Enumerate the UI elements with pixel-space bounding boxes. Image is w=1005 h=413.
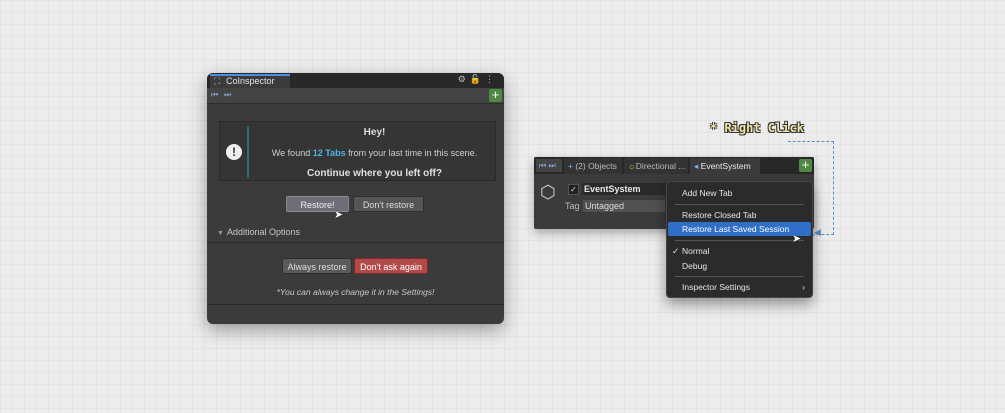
- mouse-cursor-icon: ➤: [792, 233, 802, 245]
- tab-label: CoInspector: [226, 76, 275, 86]
- exclamation-icon: !: [226, 144, 242, 160]
- nav-back-icon[interactable]: ⏮: [211, 90, 218, 100]
- arrow-left-icon: ◀: [814, 227, 821, 237]
- window-controls: ⚙🔓⋮: [458, 74, 498, 85]
- notice-message: We found 12 Tabs from your last time in …: [271, 148, 478, 158]
- always-restore-button[interactable]: Always restore: [282, 258, 352, 274]
- nav-forward-icon[interactable]: ⏭: [548, 161, 555, 170]
- tabs-count: 12 Tabs: [312, 148, 346, 158]
- menu-separator: [675, 204, 804, 205]
- coinspector-panel: ⛶ CoInspector ⚙🔓⋮ ⏮ ⏭ + ! Hey! We found …: [207, 73, 504, 324]
- triangle-down-icon: ▼: [217, 230, 224, 237]
- lock-icon[interactable]: 🔓: [470, 74, 485, 84]
- tab-directional[interactable]: ☼Directional ...: [624, 158, 688, 174]
- tag-label: Tag: [565, 201, 580, 211]
- additional-options-foldout[interactable]: ▼ Additional Options: [217, 227, 300, 237]
- tab-bar: ⏮ ⏭ + (2) Objects ☼Directional ... ◂ Eve…: [534, 157, 814, 174]
- menu-item-normal[interactable]: ✓ Normal: [668, 244, 811, 258]
- notice-divider: [247, 126, 249, 178]
- gameobject-cube-icon[interactable]: ⬡: [540, 182, 556, 203]
- menu-separator: [675, 240, 804, 241]
- restore-notice: ! Hey! We found 12 Tabs from your last t…: [219, 121, 496, 181]
- settings-note: *You can always change it in the Setting…: [276, 287, 435, 297]
- menu-item-add-new-tab[interactable]: Add New Tab: [668, 186, 811, 200]
- nav-buttons: ⏮ ⏭: [536, 159, 562, 172]
- light-icon: ☼: [628, 161, 636, 171]
- tab-bar: ⛶ CoInspector ⚙🔓⋮: [207, 73, 504, 88]
- checkmark-icon: ✓: [672, 246, 680, 256]
- event-icon: ◂: [694, 161, 699, 171]
- menu-item-restore-last-session[interactable]: Restore Last Saved Session: [668, 222, 811, 236]
- nav-back-icon[interactable]: ⏮: [539, 161, 546, 170]
- context-menu: Add New Tab Restore Closed Tab Restore L…: [666, 181, 813, 298]
- active-checkbox[interactable]: ✓: [568, 184, 579, 195]
- notice-heading: Hey!: [363, 127, 386, 138]
- menu-item-debug[interactable]: Debug: [668, 259, 811, 273]
- right-click-annotation: * Right Click: [710, 121, 804, 135]
- dont-restore-button[interactable]: Don't restore: [353, 196, 424, 212]
- notice-prompt: Continue where you left off?: [307, 168, 442, 179]
- plus-icon: +: [568, 161, 573, 171]
- divider: [207, 304, 504, 305]
- mouse-cursor-icon: ➤: [334, 209, 344, 221]
- settings-icon[interactable]: ⚙: [458, 74, 470, 84]
- menu-separator: [675, 276, 804, 277]
- tag-dropdown[interactable]: Untagged: [583, 200, 665, 212]
- tab-objects[interactable]: + (2) Objects: [564, 158, 622, 174]
- menu-item-inspector-settings[interactable]: Inspector Settings ›: [668, 280, 811, 294]
- menu-item-restore-closed-tab[interactable]: Restore Closed Tab: [668, 208, 811, 222]
- tab-coinspector[interactable]: ⛶ CoInspector: [210, 74, 290, 88]
- dont-ask-again-button[interactable]: Don't ask again: [354, 258, 428, 274]
- tab-eventsystem[interactable]: ◂ EventSystem: [690, 158, 760, 174]
- toolbar: ⏮ ⏭ +: [207, 88, 504, 104]
- add-tab-button[interactable]: +: [489, 88, 502, 102]
- window-icon: ⛶: [214, 76, 221, 86]
- chevron-right-icon: ›: [802, 282, 805, 292]
- divider: [207, 242, 504, 243]
- more-icon[interactable]: ⋮: [485, 74, 498, 84]
- object-name-field[interactable]: EventSystem: [582, 183, 674, 195]
- nav-forward-icon[interactable]: ⏭: [224, 90, 231, 100]
